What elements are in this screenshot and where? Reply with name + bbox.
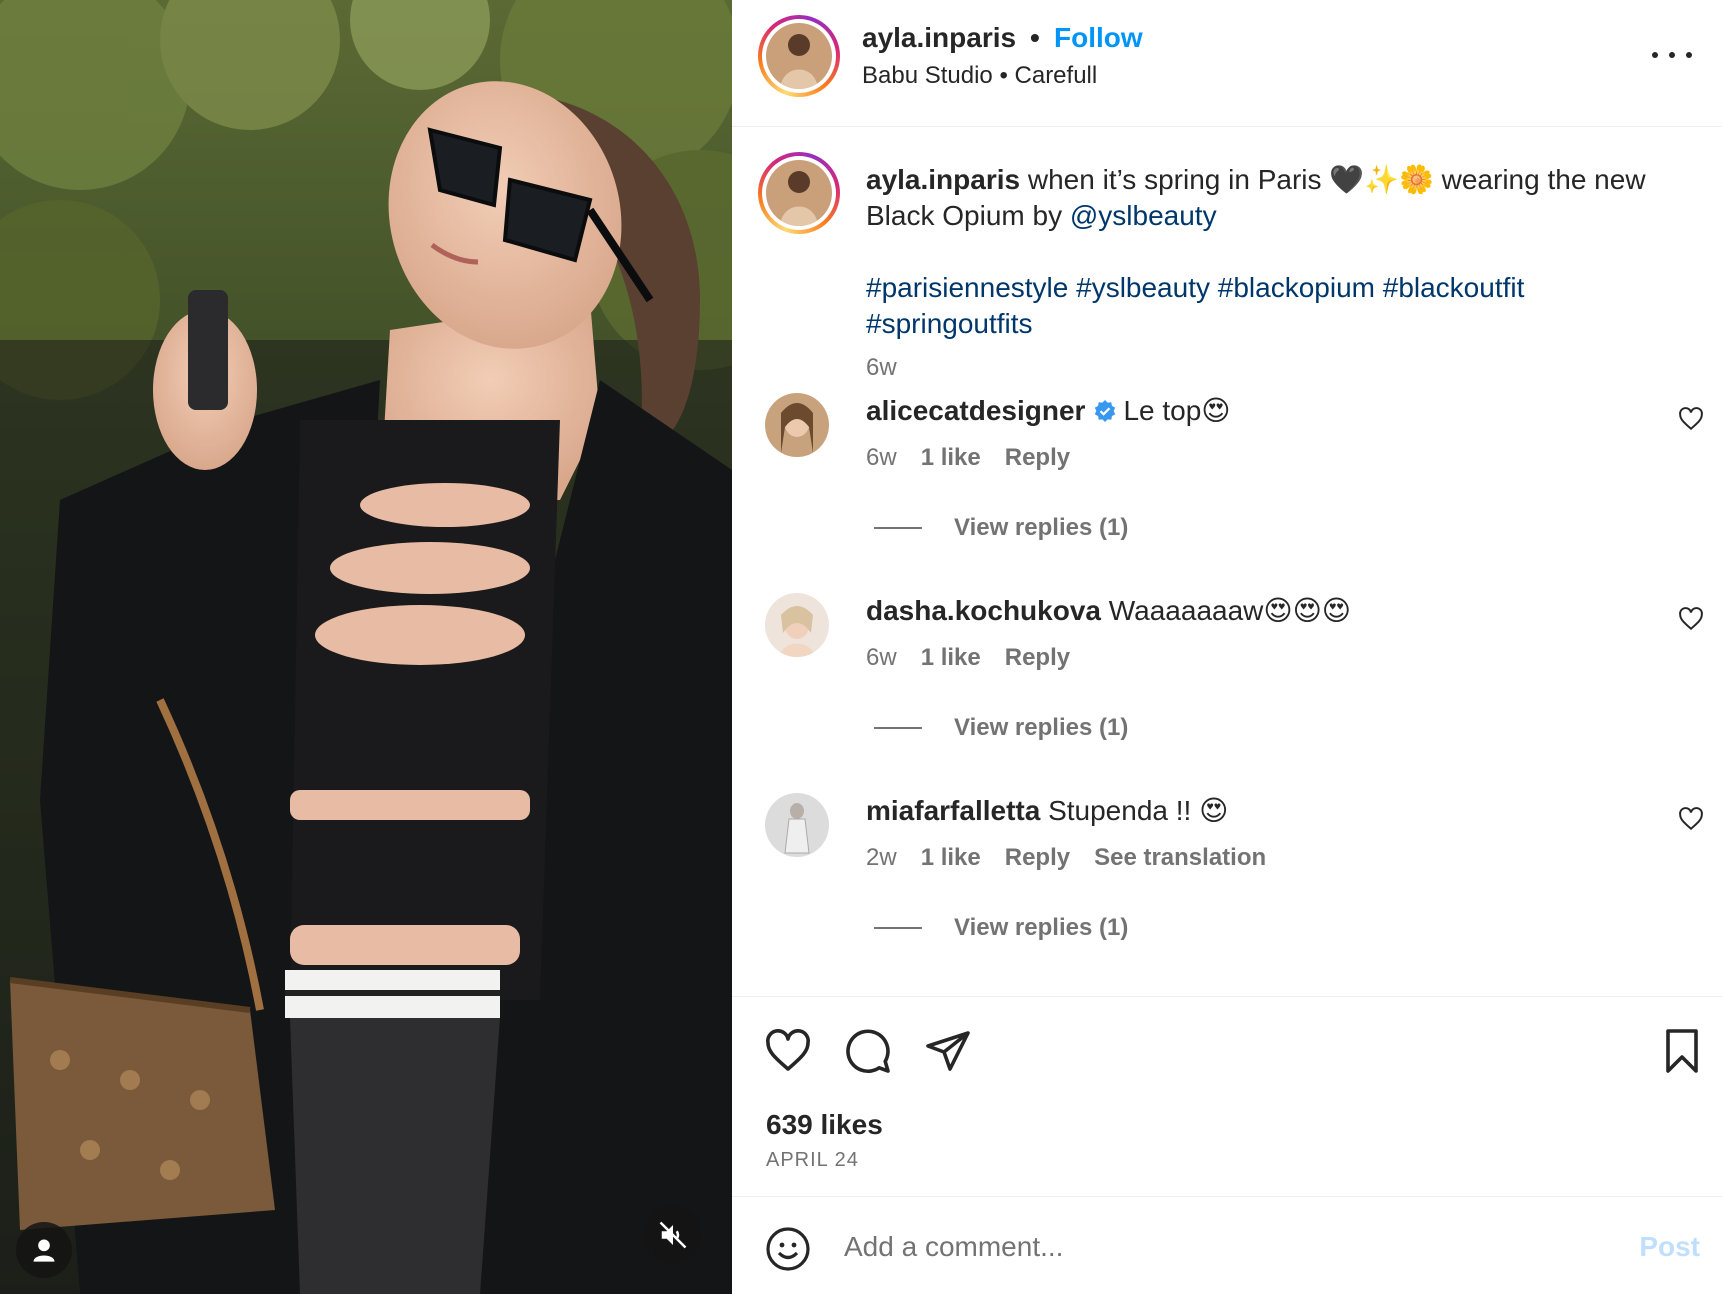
more-horizontal-icon [1652, 52, 1658, 58]
paper-plane-icon[interactable] [924, 1027, 972, 1075]
author-username[interactable]: ayla.inparis [862, 22, 1016, 54]
comment-meta: 6w 1 like Reply [866, 444, 1070, 472]
comment-line: alicecatdesigner Le top😍 [866, 394, 1231, 427]
post-date[interactable]: APRIL 24 [766, 1149, 859, 1172]
separator-dot: • [1030, 22, 1040, 53]
caption-mention[interactable]: @yslbeauty [1070, 200, 1217, 231]
post-photo [0, 0, 732, 1294]
commenter-username[interactable]: dasha.kochukova [866, 595, 1101, 626]
comment-like-heart-icon[interactable] [1678, 806, 1704, 832]
comment-item: miafarfalletta Stupenda !! 😍 2w 1 like R… [732, 790, 1722, 990]
comment-meta: 6w 1 like Reply [866, 644, 1070, 672]
reply-button[interactable]: Reply [1005, 444, 1070, 472]
comment-line: dasha.kochukova Waaaaaaaw😍😍😍 [866, 594, 1351, 627]
likes-count[interactable]: 639 likes [766, 1109, 883, 1141]
caption-author-avatar[interactable] [758, 152, 840, 234]
comment-input[interactable] [844, 1221, 1544, 1273]
verified-badge-icon [1095, 400, 1116, 422]
comment-likes-count[interactable]: 1 like [921, 644, 981, 672]
commenter-avatar[interactable] [765, 793, 829, 857]
comment-like-heart-icon[interactable] [1678, 606, 1704, 632]
comment-item: dasha.kochukova Waaaaaaaw😍😍😍 6w 1 like R… [732, 590, 1722, 790]
user-icon [33, 1239, 55, 1262]
comment-text: Stupenda !! 😍 [1048, 795, 1229, 826]
caption-timestamp[interactable]: 6w [866, 354, 897, 382]
post-media[interactable] [0, 0, 732, 1294]
speaker-muted-icon [659, 1221, 687, 1249]
comment-like-heart-icon[interactable] [1678, 406, 1704, 432]
post-details-panel: ayla.inparis • Follow Babu Studio • Care… [732, 0, 1722, 1294]
comment-text: Le top😍 [1123, 395, 1231, 426]
caption-username[interactable]: ayla.inparis [866, 164, 1020, 195]
comments-thread[interactable]: ayla.inparis when it’s spring in Paris 🖤… [732, 128, 1722, 996]
post-header: ayla.inparis • Follow Babu Studio • Care… [732, 0, 1722, 127]
see-translation-button[interactable]: See translation [1094, 844, 1266, 872]
commenter-avatar[interactable] [765, 593, 829, 657]
comment-line: miafarfalletta Stupenda !! 😍 [866, 794, 1228, 827]
author-avatar[interactable] [758, 15, 840, 97]
comment-time[interactable]: 6w [866, 444, 897, 472]
comment-time[interactable]: 2w [866, 844, 897, 872]
view-replies-button[interactable]: View replies (1) [874, 514, 1128, 542]
post-comment-button[interactable]: Post [1639, 1231, 1700, 1263]
comment-likes-count[interactable]: 1 like [921, 844, 981, 872]
tagged-users-button[interactable] [16, 1222, 72, 1278]
comment-time[interactable]: 6w [866, 644, 897, 672]
comment-composer: Post [732, 1196, 1722, 1294]
post-actions: 639 likes APRIL 24 [732, 996, 1722, 1196]
bookmark-icon[interactable] [1658, 1027, 1706, 1075]
reply-button[interactable]: Reply [1005, 844, 1070, 872]
smiley-icon[interactable] [764, 1225, 812, 1273]
commenter-username[interactable]: miafarfalletta [866, 795, 1040, 826]
comment-likes-count[interactable]: 1 like [921, 444, 981, 472]
post-location[interactable]: Babu Studio • Carefull [862, 62, 1097, 90]
heart-icon[interactable] [764, 1027, 812, 1075]
caption-hashtags[interactable]: #parisiennestyle #yslbeauty #blackopium … [866, 270, 1686, 342]
more-options-button[interactable] [1652, 40, 1692, 70]
replies-divider [874, 727, 922, 729]
commenter-username[interactable]: alicecatdesigner [866, 395, 1085, 426]
comment-text: Waaaaaaaw😍😍😍 [1108, 595, 1351, 626]
comment-bubble-icon[interactable] [844, 1027, 892, 1075]
view-replies-label: View replies (1) [954, 514, 1129, 541]
mute-toggle-button[interactable] [644, 1206, 702, 1264]
view-replies-button[interactable]: View replies (1) [874, 914, 1128, 942]
comment-item: alicecatdesigner Le top😍 6w 1 like Reply … [732, 390, 1722, 590]
view-replies-label: View replies (1) [954, 714, 1129, 741]
follow-button[interactable]: Follow [1054, 22, 1143, 54]
commenter-avatar[interactable] [765, 393, 829, 457]
view-replies-label: View replies (1) [954, 914, 1129, 941]
replies-divider [874, 527, 922, 529]
caption-text: ayla.inparis when it’s spring in Paris 🖤… [866, 162, 1686, 234]
replies-divider [874, 927, 922, 929]
reply-button[interactable]: Reply [1005, 644, 1070, 672]
comment-meta: 2w 1 like Reply See translation [866, 844, 1266, 872]
view-replies-button[interactable]: View replies (1) [874, 714, 1128, 742]
